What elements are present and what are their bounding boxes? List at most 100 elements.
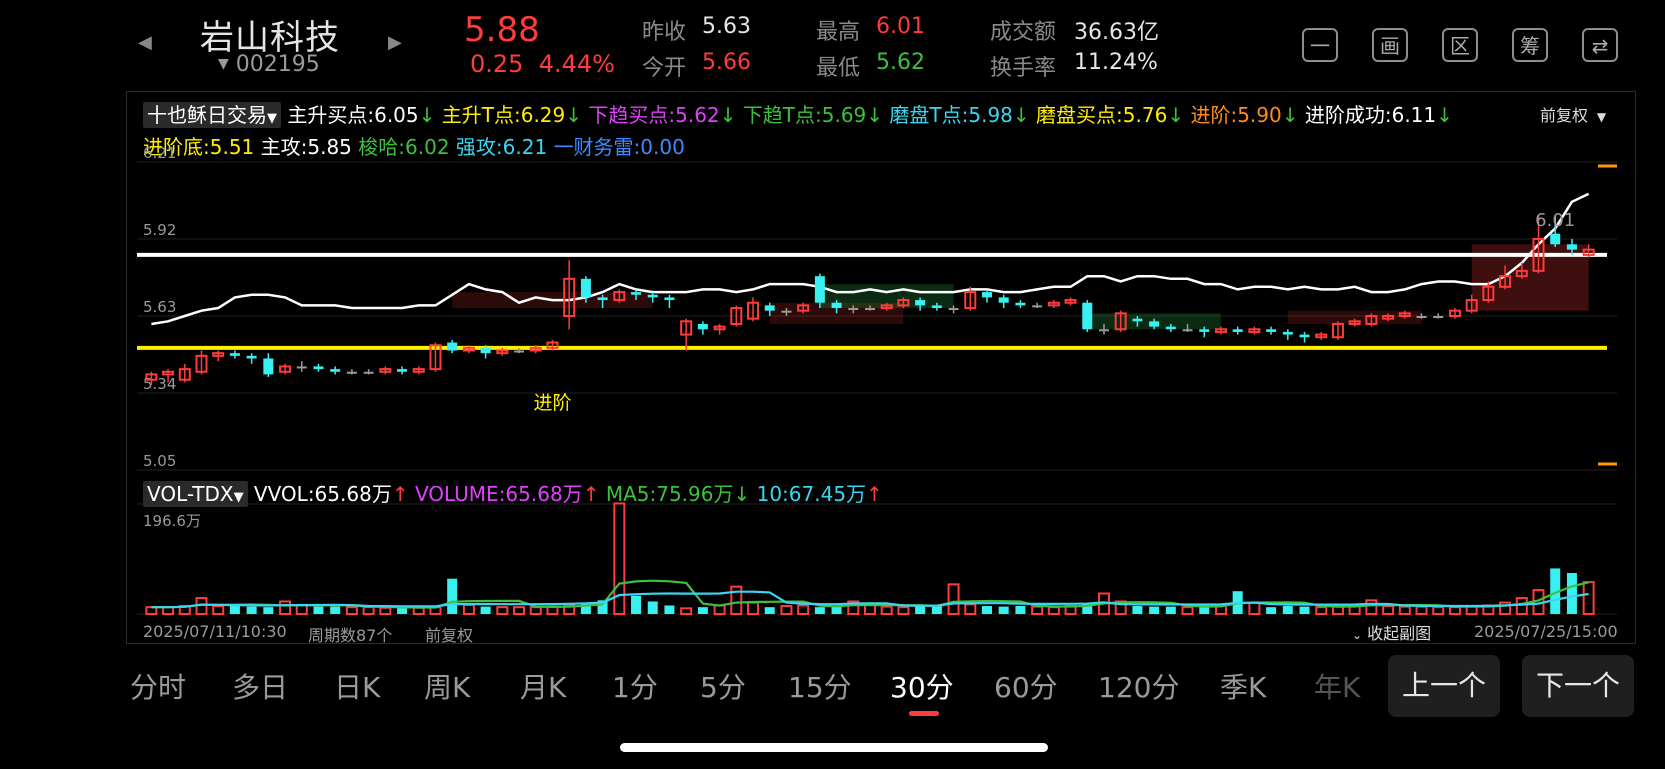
next-button[interactable]: 下一个 (1522, 655, 1634, 717)
volume-bar (1282, 606, 1293, 614)
candle-body (915, 300, 926, 306)
period-count: 周期数87个 (308, 626, 393, 645)
tab-2[interactable]: 日K (334, 666, 380, 706)
up-arrow-icon: ↑ (582, 482, 600, 506)
volume-bar (496, 606, 509, 615)
volume-bar (313, 606, 324, 614)
volume-bar (981, 606, 992, 614)
candle-body (1149, 321, 1160, 327)
candle-body (397, 369, 408, 372)
price-change: 0.25 (470, 50, 524, 78)
tab-8[interactable]: 30分 (890, 666, 954, 706)
volume-bar (1448, 606, 1461, 615)
collapse-subchart-button[interactable]: ⌄ 收起副图 (1352, 620, 1431, 644)
minus-icon[interactable]: 一 (1302, 28, 1338, 62)
tab-7[interactable]: 15分 (788, 666, 852, 706)
open-label: 今开 (642, 56, 687, 81)
candle-body (1282, 331, 1293, 335)
volume-bar (864, 603, 876, 616)
candle-body (480, 347, 491, 354)
tab-6[interactable]: 5分 (700, 666, 746, 706)
candle-body (1550, 233, 1561, 245)
candle-body (1566, 244, 1577, 250)
candle-body (330, 369, 341, 372)
volume-bar (345, 606, 358, 615)
volume-bar (713, 604, 726, 615)
tab-10[interactable]: 120分 (1098, 666, 1179, 706)
volume-bar (1248, 601, 1261, 615)
volume-bar (1432, 606, 1445, 615)
volume-bar (915, 606, 926, 614)
y-tick-label: 5.63 (143, 298, 176, 316)
stock-code-row[interactable]: ▼ 002195 (218, 52, 320, 77)
high-value: 6.01 (876, 14, 925, 39)
volume-bar (480, 606, 491, 614)
active-tab-indicator (909, 711, 939, 716)
volume-indicator-name: VOL-TDX (147, 482, 234, 506)
candle-body (697, 323, 708, 330)
volume-bar (1266, 607, 1277, 614)
tab-5[interactable]: 1分 (612, 666, 658, 706)
candle-body (363, 371, 374, 374)
next-stock-arrow-icon[interactable]: ▶ (388, 32, 402, 53)
candle-body (346, 371, 357, 374)
open-value: 5.66 (702, 50, 751, 75)
candle-body (1098, 329, 1109, 332)
prev-stock-arrow-icon[interactable]: ◀ (138, 32, 152, 53)
volume-bar (1165, 606, 1176, 614)
volume-bar (1398, 605, 1411, 616)
candle-body (1266, 329, 1277, 332)
candle-body (447, 342, 458, 351)
collapse-label: 收起副图 (1367, 624, 1432, 643)
volume-bar (1299, 606, 1310, 614)
volume-bar (647, 601, 658, 614)
draw-icon[interactable]: 画 (1372, 28, 1408, 62)
rotate-screen-icon[interactable]: ⇄ (1582, 28, 1618, 62)
volume-bar (814, 607, 825, 614)
candle-body (514, 350, 525, 353)
chips-icon[interactable]: 筹 (1512, 28, 1548, 62)
candle-body (647, 294, 658, 298)
tab-0[interactable]: 分时 (130, 666, 186, 706)
candle-body (831, 302, 842, 309)
tab-12[interactable]: 年K (1314, 666, 1360, 706)
volume-bar (947, 583, 960, 616)
price-change-pct: 4.44% (538, 50, 615, 78)
up-arrow-icon: ↑ (391, 482, 409, 506)
amount-value: 36.63亿 (1074, 20, 1159, 45)
prev-button[interactable]: 上一个 (1388, 655, 1500, 717)
volume-indicator-selector[interactable]: VOL-TDX▼ (143, 481, 248, 507)
volume-bar (330, 606, 341, 614)
turnover-label: 换手率 (990, 56, 1057, 81)
last-price: 5.88 (464, 10, 540, 50)
tab-11[interactable]: 季K (1220, 666, 1266, 706)
ma10-value: 10:67.45万 (756, 482, 867, 506)
price-change-row: 0.25 4.44% (470, 50, 615, 78)
volume-bar (397, 607, 408, 614)
candle-body (1182, 329, 1193, 332)
low-value: 5.62 (876, 50, 925, 75)
tab-9[interactable]: 60分 (994, 666, 1058, 706)
tab-4[interactable]: 月K (520, 666, 566, 706)
volume-bar (279, 600, 292, 616)
volume-bar (362, 606, 375, 615)
candle-body (764, 305, 775, 311)
candle-body (1433, 316, 1444, 318)
tab-1[interactable]: 多日 (232, 666, 288, 706)
range-icon[interactable]: 区 (1442, 28, 1478, 62)
candle-body (848, 308, 859, 311)
volume-bar (1415, 605, 1428, 616)
tab-3[interactable]: 周K (424, 666, 470, 706)
kline-chart[interactable]: 6.21 5.92 5.63 5.34 5.05 进阶 6.01 (127, 92, 1635, 644)
y-tick-label: 6.21 (143, 144, 176, 162)
candle-body (1032, 305, 1043, 308)
volume-bar (1365, 599, 1378, 616)
candle-body (631, 292, 642, 295)
prev-close-value: 5.63 (702, 14, 751, 39)
volume-bar (1047, 606, 1060, 615)
volume-bar (897, 606, 910, 615)
peak-label: 6.01 (1535, 210, 1575, 231)
volume-bar (964, 603, 977, 616)
volume-max-label: 196.6万 (143, 512, 201, 530)
low-label: 最低 (816, 56, 861, 81)
